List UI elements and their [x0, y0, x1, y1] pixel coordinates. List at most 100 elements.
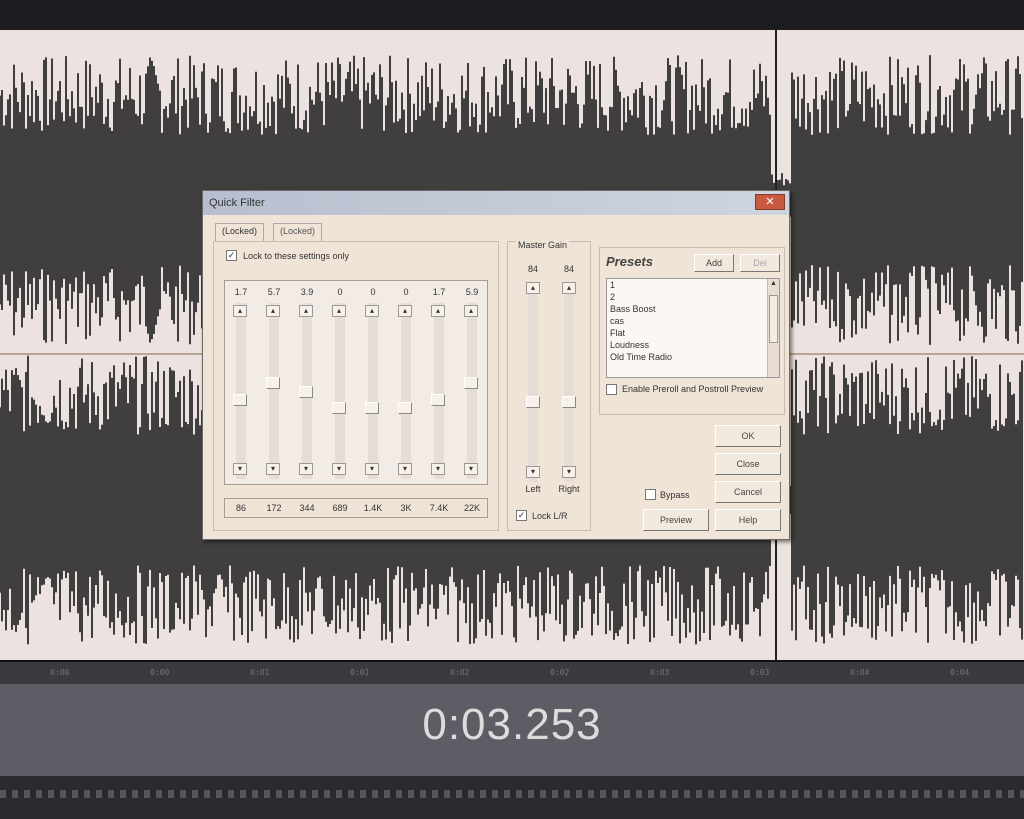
eq-band: 5.7 ▴ ▾ [258, 281, 290, 486]
dialog-title: Quick Filter [209, 197, 265, 209]
scroll-up-icon[interactable]: ▲ [769, 280, 778, 290]
bypass-row[interactable]: Bypass [645, 489, 690, 500]
eq-band-value: 1.7 [432, 287, 446, 297]
presets-group: Presets Add Del 1 2 Bass Boost cas Flat Loudn… [599, 247, 785, 415]
eq-band: 0 ▴ ▾ [357, 281, 389, 486]
eq-band-down-button[interactable]: ▾ [398, 463, 412, 475]
eq-band-track[interactable] [236, 303, 246, 479]
gain-right-down-button[interactable]: ▾ [562, 466, 576, 478]
eq-band-track[interactable] [368, 303, 378, 479]
preset-list-item[interactable]: Old Time Radio [607, 351, 779, 363]
tab-locked-2[interactable]: (Locked) [273, 223, 323, 241]
eq-band-down-button[interactable]: ▾ [365, 463, 379, 475]
bypass-checkbox[interactable] [645, 489, 656, 500]
eq-band-down-button[interactable]: ▾ [464, 463, 478, 475]
eq-band-track[interactable] [467, 303, 477, 479]
eq-band: 0 ▴ ▾ [324, 281, 356, 486]
cancel-button[interactable]: Cancel [715, 481, 781, 503]
eq-band-value: 0 [337, 287, 343, 297]
eq-band: 1.7 ▴ ▾ [423, 281, 455, 486]
gain-right-value: 84 [563, 264, 574, 274]
lock-lr-checkbox[interactable]: ✓ [516, 510, 527, 521]
ok-button[interactable]: OK [715, 425, 781, 447]
tab-locked-1[interactable]: (Locked) [215, 223, 265, 241]
delete-preset-button[interactable]: Del [740, 254, 780, 272]
preset-list-item[interactable]: 1 [607, 279, 779, 291]
eq-band-thumb[interactable] [431, 394, 445, 406]
eq-band-up-button[interactable]: ▴ [233, 305, 247, 317]
eq-band-value: 3.9 [300, 287, 314, 297]
bypass-label: Bypass [660, 489, 690, 500]
help-button[interactable]: Help [715, 509, 781, 531]
ruler-tick-label: 0:02 [550, 668, 570, 677]
eq-band-thumb[interactable] [464, 377, 478, 389]
eq-band-track[interactable] [401, 303, 411, 479]
eq-band-down-button[interactable]: ▾ [233, 463, 247, 475]
dialog-titlebar[interactable]: Quick Filter [203, 191, 789, 215]
enable-preview-checkbox[interactable] [606, 384, 617, 395]
close-icon[interactable]: ✕ [755, 194, 785, 210]
gain-right-label: Right [558, 484, 580, 494]
ruler-tick-label: 0:00 [50, 668, 70, 677]
ruler-tick-label: 0:03 [750, 668, 770, 677]
gain-left-thumb[interactable] [526, 396, 540, 408]
eq-band-down-button[interactable]: ▾ [431, 463, 445, 475]
eq-band-frequency: 172 [266, 503, 282, 513]
eq-band-up-button[interactable]: ▴ [332, 305, 346, 317]
editor-top-bar [0, 0, 1024, 30]
eq-band-frequency: 22K [463, 503, 480, 513]
timeline-ruler[interactable]: 0:00 0:00 0:01 0:01 0:02 0:02 0:03 0:03 0:04 0:04 [0, 660, 1024, 684]
lock-settings-row[interactable]: ✓ Lock to these settings only [226, 250, 349, 261]
gain-left-track[interactable] [528, 282, 538, 482]
enable-preview-row[interactable]: Enable Preroll and Postroll Preview [606, 384, 776, 395]
ruler-tick-label: 0:04 [850, 668, 870, 677]
gain-left-up-button[interactable]: ▴ [526, 282, 540, 294]
eq-band-thumb[interactable] [266, 377, 280, 389]
eq-band-up-button[interactable]: ▴ [266, 305, 280, 317]
eq-band-down-button[interactable]: ▾ [266, 463, 280, 475]
gain-right-thumb[interactable] [562, 396, 576, 408]
eq-band: 3.9 ▴ ▾ [291, 281, 323, 486]
eq-band-up-button[interactable]: ▴ [299, 305, 313, 317]
preview-button[interactable]: Preview [643, 509, 709, 531]
ruler-tick-label: 0:04 [950, 668, 970, 677]
ruler-tick-label: 0:02 [450, 668, 470, 677]
eq-band-track[interactable] [269, 303, 279, 479]
lock-lr-row[interactable]: ✓ Lock L/R [516, 510, 568, 521]
eq-band-thumb[interactable] [233, 394, 247, 406]
gain-right-track[interactable] [564, 282, 574, 482]
lock-lr-label: Lock L/R [532, 510, 568, 521]
preset-list-item[interactable]: Bass Boost [607, 303, 779, 315]
eq-band-frequency: 1.4K [363, 503, 383, 513]
eq-band: 5.9 ▴ ▾ [456, 281, 488, 486]
lock-settings-checkbox[interactable]: ✓ [226, 250, 237, 261]
preset-list-item[interactable]: cas [607, 315, 779, 327]
eq-band-thumb[interactable] [398, 402, 412, 414]
eq-band-thumb[interactable] [299, 386, 313, 398]
eq-band-down-button[interactable]: ▾ [332, 463, 346, 475]
eq-band-down-button[interactable]: ▾ [299, 463, 313, 475]
lock-settings-label: Lock to these settings only [243, 250, 350, 261]
eq-band-track[interactable] [335, 303, 345, 479]
scrollbar-track [0, 790, 1024, 798]
eq-band-frequency: 344 [299, 503, 315, 513]
close-button[interactable]: Close [715, 453, 781, 475]
preset-list-item[interactable]: Flat [607, 327, 779, 339]
preset-scrollbar[interactable]: ▲ [767, 279, 779, 377]
eq-band-track[interactable] [434, 303, 444, 479]
eq-band-up-button[interactable]: ▴ [398, 305, 412, 317]
preset-list[interactable]: 1 2 Bass Boost cas Flat Loudness Old Time Radi… [606, 278, 780, 378]
bottom-scrollbar[interactable] [0, 776, 1024, 819]
preset-list-item[interactable]: Loudness [607, 339, 779, 351]
scroll-thumb[interactable] [769, 295, 778, 343]
eq-band-up-button[interactable]: ▴ [464, 305, 478, 317]
add-preset-button[interactable]: Add [694, 254, 734, 272]
gain-right-up-button[interactable]: ▴ [562, 282, 576, 294]
eq-band-thumb[interactable] [332, 402, 346, 414]
eq-band-up-button[interactable]: ▴ [365, 305, 379, 317]
preset-list-item[interactable]: 2 [607, 291, 779, 303]
eq-band-up-button[interactable]: ▴ [431, 305, 445, 317]
gain-left-down-button[interactable]: ▾ [526, 466, 540, 478]
eq-band-thumb[interactable] [365, 402, 379, 414]
enable-preview-label: Enable Preroll and Postroll Preview [622, 384, 764, 394]
